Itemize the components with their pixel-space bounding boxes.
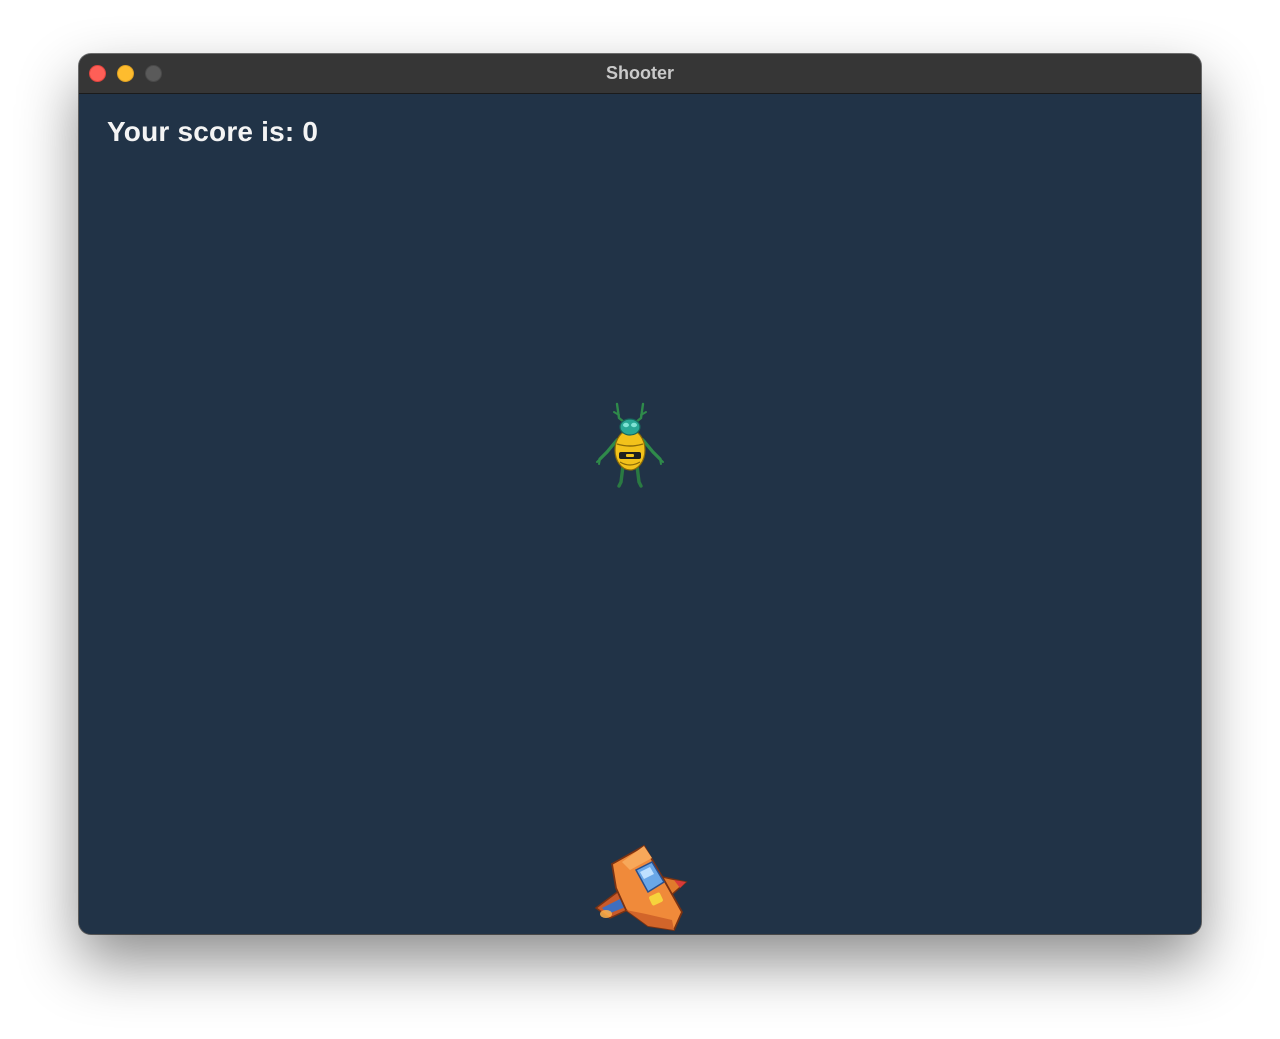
spaceship-icon <box>594 844 688 931</box>
window-title: Shooter <box>605 63 674 83</box>
bug-alien-icon <box>596 402 664 488</box>
title-bar[interactable]: Shooter <box>79 54 1201 94</box>
game-canvas[interactable]: Your score is: 0 <box>79 94 1201 934</box>
score-label: Your score is: 0 <box>107 116 319 147</box>
game-window: Shooter Your score is: 0 <box>79 54 1201 934</box>
